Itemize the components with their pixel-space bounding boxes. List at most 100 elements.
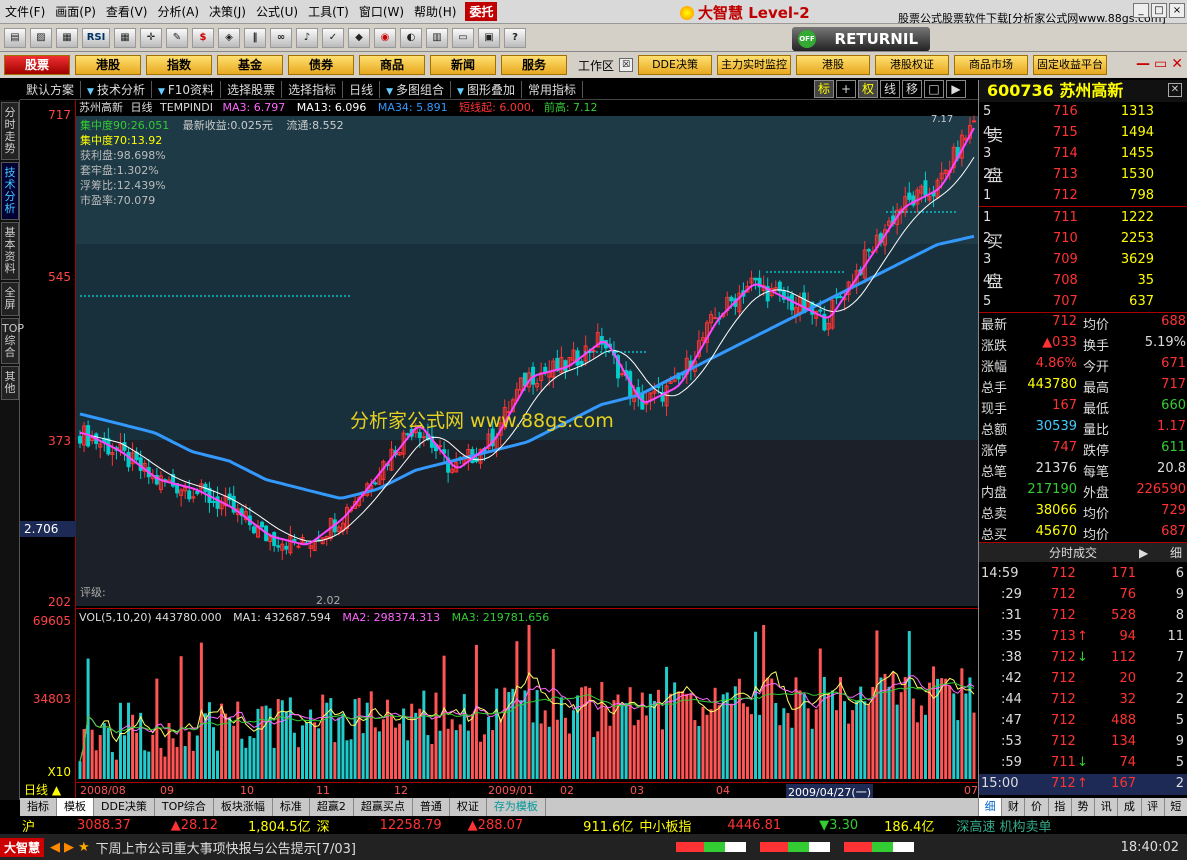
template-tab[interactable]: 权证 [450,798,487,816]
subbar-item[interactable]: 选择指标 [282,81,344,98]
ticks-side-label[interactable]: 细 [1170,543,1182,563]
menu-item[interactable]: 画面(P) [50,3,101,20]
template-tab[interactable]: 存为模板 [487,798,546,816]
grid-icon[interactable]: ▦ [56,27,78,48]
ticks-header[interactable]: 分时成交 ▶ 细 [979,542,1187,562]
menu-item[interactable]: 文件(F) [0,3,50,20]
menu-item[interactable]: 查看(V) [101,3,153,20]
pie-icon[interactable]: ◐ [400,27,422,48]
quote-bottom-tab[interactable]: 成 [1118,798,1142,816]
menu-item[interactable]: 窗口(W) [354,3,409,20]
mdi-restore-icon[interactable]: ▭ [1154,56,1167,72]
subbar-item[interactable]: ▼ 技术分析 [81,81,152,98]
subbar-item[interactable]: ▼ 多图组合 [380,81,452,98]
chart-tool-button[interactable]: 权 [858,80,878,98]
chart-tool-button[interactable]: 标 [814,80,834,98]
template-tab[interactable]: 板块涨幅 [214,798,273,816]
template-tab[interactable]: 普通 [413,798,450,816]
rsi-icon[interactable]: RSI [82,27,110,48]
period-label[interactable]: 日线 ▲ [20,782,76,798]
volume-chart[interactable]: VOL(5,10,20) 443780.000 MA1: 432687.594 … [76,608,978,780]
nav-extra-button[interactable]: 商品市场 [954,55,1029,75]
quote-close-icon[interactable]: ✕ [1168,83,1182,97]
database-icon[interactable]: ▣ [478,27,500,48]
quote-bottom-tab[interactable]: 评 [1142,798,1165,816]
template-tab[interactable]: TOP综合 [155,798,214,816]
chart-tool-button[interactable]: + [836,80,856,98]
chart-icon[interactable]: ▨ [30,27,52,48]
nav-button[interactable]: 债券 [288,55,354,75]
returnil-button[interactable]: OFF RETURNIL [792,27,930,51]
subbar-item[interactable]: 选择股票 [221,81,283,98]
book-row[interactable]: 2 713 1530 [979,165,1187,186]
check-icon[interactable]: ✓ [322,27,344,48]
crosshair-icon[interactable]: ✛ [140,27,162,48]
book-row[interactable]: 3 709 3629 [979,250,1187,271]
binoculars-icon[interactable]: ∞ [270,27,292,48]
chart-tool-button[interactable]: ▶ [946,80,966,98]
nav-button[interactable]: 基金 [217,55,283,75]
next-arrow-icon[interactable]: ▶ [64,840,74,855]
mdi-close-icon[interactable]: ✕ [1171,56,1183,72]
book-row[interactable]: 1 711 1222 [979,208,1187,229]
nav-button[interactable]: 港股 [75,55,141,75]
nav-extra-button[interactable]: 港股 [796,55,871,75]
diamond-icon[interactable]: ◆ [348,27,370,48]
quote-bottom-tab[interactable]: 价 [1025,798,1049,816]
window-icon[interactable]: ▭ [452,27,474,48]
template-tab[interactable]: 超赢2 [310,798,354,816]
help-icon[interactable]: ? [504,27,526,48]
left-tab[interactable]: 技术分析 [1,162,19,220]
nav-button[interactable]: 指数 [146,55,212,75]
quote-bottom-tab[interactable]: 财 [1002,798,1026,816]
bars-icon[interactable]: ‖ [244,27,266,48]
prev-arrow-icon[interactable]: ◀ [50,840,60,855]
quote-bottom-tab[interactable]: 细 [979,798,1003,816]
book-row[interactable]: 5 707 637 [979,292,1187,313]
subbar-item[interactable]: ▼ F10资料 [152,81,222,98]
nav-extra-button[interactable]: 固定收益平台 [1033,55,1108,75]
template-tab[interactable]: 超赢买点 [354,798,413,816]
template-tab[interactable]: 模板 [57,798,94,816]
mdi-minimize-icon[interactable]: — [1136,56,1150,72]
minimize-icon[interactable]: _ [1133,3,1149,18]
book-row[interactable]: 4 708 35 [979,271,1187,292]
ruler-icon[interactable]: ✎ [166,27,188,48]
left-tab[interactable]: 其他 [1,366,19,400]
news-text[interactable]: 下周上市公司重大事项快报与公告提示[7/03] [96,838,356,857]
nav-extra-button[interactable]: DDE决策 [638,55,713,75]
subbar-item[interactable]: 常用指标 [522,81,583,98]
chart-tool-button[interactable]: 移 [902,80,922,98]
left-tab[interactable]: 全屏 [1,282,19,316]
dollar-icon[interactable]: $ [192,27,214,48]
menu-item[interactable]: 帮助(H) [409,3,461,20]
menu-item[interactable]: 工具(T) [303,3,354,20]
menu-item[interactable]: 公式(U) [251,3,303,20]
entrust-button[interactable]: 委托 [465,2,498,21]
bell-icon[interactable]: ♪ [296,27,318,48]
quote-bottom-tab[interactable]: 指 [1049,798,1072,816]
ticks-expand-icon[interactable]: ▶ [1139,543,1148,563]
block-icon[interactable]: ◉ [374,27,396,48]
subbar-item[interactable]: 日线 [343,81,381,98]
ticker-text[interactable]: 深高速 机构卖单 [956,816,1051,835]
nav-button[interactable]: 商品 [359,55,425,75]
book-row[interactable]: 3 714 1455 [979,144,1187,165]
template-tab[interactable]: DDE决策 [94,798,155,816]
template-tab[interactable]: 指标 [20,798,57,816]
book-row[interactable]: 2 710 2253 [979,229,1187,250]
quote-bottom-tab[interactable]: 势 [1072,798,1096,816]
chart-tool-button[interactable]: □ [924,80,944,98]
template-tab[interactable]: 标准 [273,798,310,816]
chart-tool-button[interactable]: 线 [880,80,900,98]
subbar-item[interactable]: ▼ 图形叠加 [451,81,522,98]
book-row[interactable]: 4 715 1494 [979,123,1187,144]
quote-bottom-tab[interactable]: 短 [1165,798,1187,816]
nav-extra-button[interactable]: 港股权证 [875,55,950,75]
menu-item[interactable]: 分析(A) [152,3,204,20]
book-row[interactable]: 1 712 798 [979,186,1187,207]
indicator-icon[interactable]: ◈ [218,27,240,48]
book-icon[interactable]: ▥ [426,27,448,48]
table-icon[interactable]: ▦ [114,27,136,48]
nav-button[interactable]: 股票 [4,55,70,75]
